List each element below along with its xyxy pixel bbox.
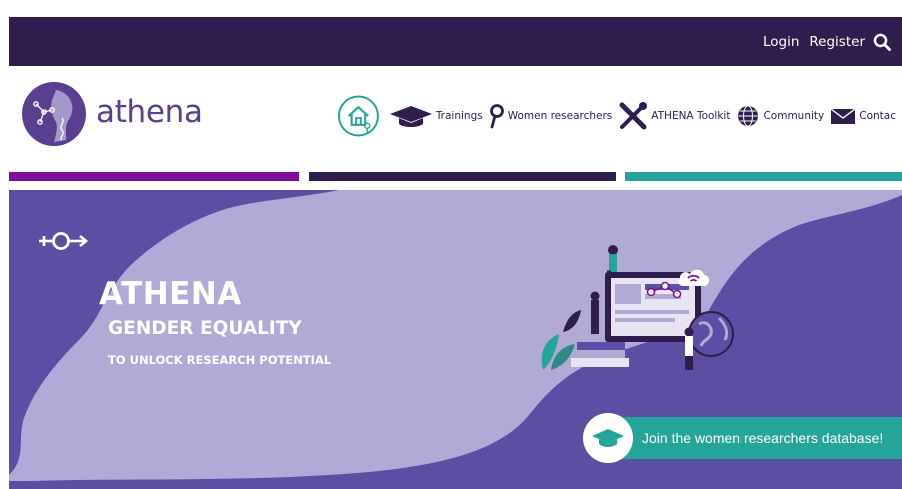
tools-icon bbox=[619, 102, 648, 130]
stripe-teal bbox=[625, 172, 902, 181]
globe-icon bbox=[738, 105, 759, 127]
page: Login Register athena Trainings Women re… bbox=[0, 0, 902, 489]
graduation-cap-icon bbox=[592, 429, 624, 447]
envelope-icon bbox=[830, 108, 856, 124]
gender-symbol-icon bbox=[39, 232, 89, 250]
female-symbol-icon bbox=[489, 104, 504, 129]
stripe-dark-purple bbox=[309, 172, 616, 181]
hero-title: ATHENA bbox=[99, 276, 242, 312]
nav-item-women-researchers[interactable]: Women researchers bbox=[489, 103, 613, 129]
nav-label-women-researchers: Women researchers bbox=[507, 110, 613, 122]
join-database-button[interactable]: Join the women researchers database! bbox=[583, 413, 902, 463]
athena-logo[interactable] bbox=[22, 82, 86, 146]
cta-icon-circle bbox=[583, 413, 633, 463]
brand-name[interactable]: athena bbox=[96, 94, 203, 130]
hero-tagline: TO UNLOCK RESEARCH POTENTIAL bbox=[108, 353, 332, 367]
hero-subtitle: GENDER EQUALITY bbox=[108, 318, 302, 339]
nav-item-contact[interactable]: Contac bbox=[830, 106, 896, 126]
stripe-magenta bbox=[9, 172, 299, 181]
nav-label-community: Community bbox=[763, 110, 825, 122]
research-illustration bbox=[541, 245, 734, 370]
top-bar: Login Register bbox=[9, 17, 902, 66]
nav-label-contact: Contac bbox=[859, 110, 896, 122]
search-icon[interactable] bbox=[872, 32, 892, 52]
graduation-cap-icon bbox=[389, 106, 432, 127]
nav-item-community[interactable]: Community bbox=[736, 104, 824, 128]
register-link[interactable]: Register bbox=[809, 34, 865, 50]
nav-label-trainings: Trainings bbox=[435, 110, 483, 122]
home-icon[interactable] bbox=[336, 93, 381, 139]
main-nav: Trainings Women researchers ATHENA Toolk… bbox=[336, 93, 902, 139]
hero-banner: Join the women researchers database! bbox=[9, 190, 902, 489]
cta-label: Join the women researchers database! bbox=[642, 430, 884, 446]
nav-label-athena-toolkit: ATHENA Toolkit bbox=[651, 110, 731, 122]
login-link[interactable]: Login bbox=[763, 34, 799, 50]
nav-item-trainings[interactable]: Trainings bbox=[389, 103, 483, 129]
nav-item-athena-toolkit[interactable]: ATHENA Toolkit bbox=[618, 102, 730, 130]
